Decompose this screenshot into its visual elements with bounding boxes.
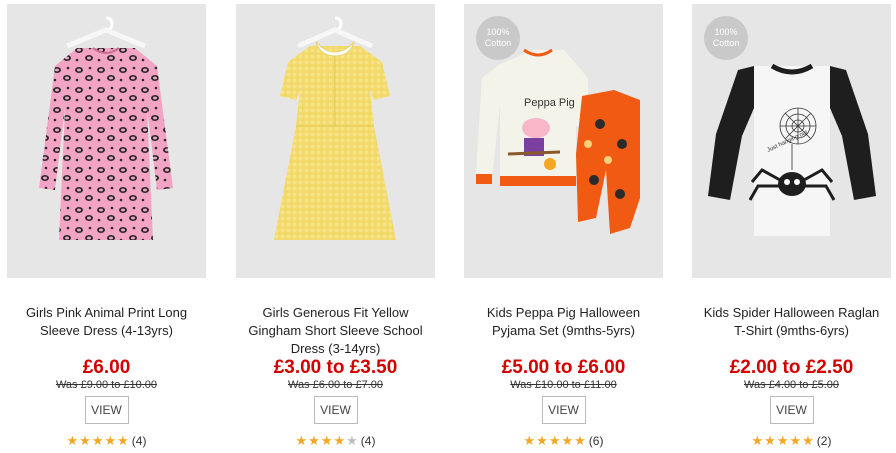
product-card: Girls Generous Fit Yellow Gingham Short … [236, 0, 435, 453]
view-button[interactable]: VIEW [541, 396, 586, 424]
product-was-price: Was £10.00 to £11.00 [510, 379, 617, 391]
product-was-price: Was £6.00 to £7.00 [288, 379, 383, 391]
star-icon: ★ [764, 433, 776, 448]
star-empty-icon: ★ [346, 433, 358, 448]
product-title[interactable]: Kids Spider Halloween Raglan T-Shirt (9m… [698, 304, 885, 340]
star-icon: ★ [789, 433, 802, 448]
badge-percent: 100% [486, 27, 510, 37]
star-icon: ★ [536, 433, 548, 448]
star-icon: ★ [295, 433, 308, 448]
cotton-badge: 100% Cotton [476, 16, 520, 60]
star-icon: ★ [548, 433, 561, 448]
star-icon: ★ [79, 433, 91, 448]
star-icon: ★ [308, 433, 320, 448]
product-was-price: Was £4.00 to £5.00 [744, 379, 839, 391]
cotton-badge: 100% Cotton [704, 16, 748, 60]
star-icon: ★ [91, 433, 104, 448]
product-price: £5.00 to £6.00 [501, 357, 626, 378]
product-image[interactable]: Peppa Pig 100% Cotton [464, 4, 663, 278]
star-icon: ★ [333, 433, 346, 448]
star-icon: ★ [561, 433, 574, 448]
review-count[interactable]: (4) [132, 434, 147, 448]
view-button[interactable]: VIEW [84, 396, 129, 424]
product-title[interactable]: Girls Pink Animal Print Long Sleeve Dres… [13, 304, 200, 340]
product-price: £6.00 [82, 357, 131, 378]
product-title[interactable]: Kids Peppa Pig Halloween Pyjama Set (9mt… [470, 304, 657, 340]
star-rating: ★ ★ ★ ★ ★ (6) [464, 433, 663, 449]
star-rating: ★ ★ ★ ★ ★ (2) [692, 433, 891, 449]
star-icon: ★ [104, 433, 117, 448]
product-image[interactable]: Just hanging out 100% Cotton [692, 4, 891, 278]
view-button[interactable]: VIEW [769, 396, 814, 424]
star-icon: ★ [751, 433, 764, 448]
star-icon: ★ [117, 433, 129, 448]
review-count[interactable]: (6) [589, 434, 604, 448]
badge-label: Cotton [484, 38, 512, 48]
view-button[interactable]: VIEW [313, 396, 358, 424]
review-count[interactable]: (4) [361, 434, 376, 448]
product-price: £3.00 to £3.50 [273, 357, 398, 378]
pink-leopard-dress-image [39, 16, 173, 240]
product-title[interactable]: Girls Generous Fit Yellow Gingham Short … [242, 304, 429, 358]
badge-percent: 100% [714, 27, 738, 37]
peppa-pig-print-text: Peppa Pig [524, 97, 575, 109]
badge-label: Cotton [712, 38, 740, 48]
yellow-gingham-dress-image [274, 16, 396, 240]
product-was-price: Was £9.00 to £10.00 [55, 379, 158, 391]
star-icon: ★ [320, 433, 333, 448]
star-icon: ★ [776, 433, 789, 448]
product-card: Just hanging out 100% Cotton Kids Spider… [692, 0, 891, 453]
star-rating: ★ ★ ★ ★ ★ (4) [236, 433, 435, 449]
star-icon: ★ [523, 433, 536, 448]
review-count[interactable]: (2) [817, 434, 832, 448]
product-card: Peppa Pig 100% Cotton Kids Peppa Pig Hal… [464, 0, 663, 453]
product-price: £2.00 to £2.50 [729, 357, 854, 378]
product-card: Girls Pink Animal Print Long Sleeve Dres… [7, 0, 206, 453]
product-image[interactable] [7, 4, 206, 278]
product-image[interactable] [236, 4, 435, 278]
star-icon: ★ [66, 433, 79, 448]
star-rating: ★ ★ ★ ★ ★ (4) [7, 433, 206, 449]
star-icon: ★ [802, 433, 814, 448]
product-grid: Girls Pink Animal Print Long Sleeve Dres… [0, 0, 896, 453]
star-icon: ★ [574, 433, 586, 448]
